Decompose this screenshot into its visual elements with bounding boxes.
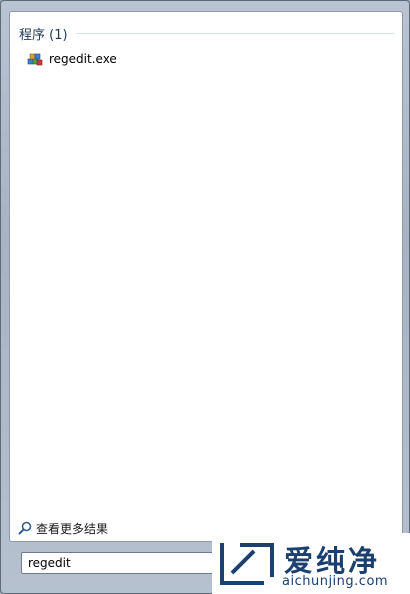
result-item-regedit[interactable]: regedit.exe bbox=[27, 50, 123, 68]
start-menu: 程序 (1) regedit.exe 查看更多结果 regedit bbox=[0, 0, 410, 594]
group-divider bbox=[75, 32, 394, 34]
search-icon bbox=[18, 521, 32, 535]
see-more-results-label: 查看更多结果 bbox=[36, 521, 109, 536]
search-input-value: regedit bbox=[28, 556, 71, 570]
watermark-en-text: aichunjing.com bbox=[282, 574, 389, 589]
regedit-icon bbox=[27, 53, 43, 66]
watermark: 爱纯净 aichunjing.com bbox=[212, 533, 410, 594]
search-results-pane: 程序 (1) regedit.exe 查看更多结果 bbox=[9, 11, 403, 542]
watermark-logo-icon bbox=[220, 543, 274, 585]
programs-group-header: 程序 (1) bbox=[19, 24, 394, 43]
result-label: regedit.exe bbox=[49, 52, 117, 66]
see-more-results-link[interactable]: 查看更多结果 bbox=[18, 519, 108, 537]
programs-group-title[interactable]: 程序 (1) bbox=[19, 24, 68, 43]
